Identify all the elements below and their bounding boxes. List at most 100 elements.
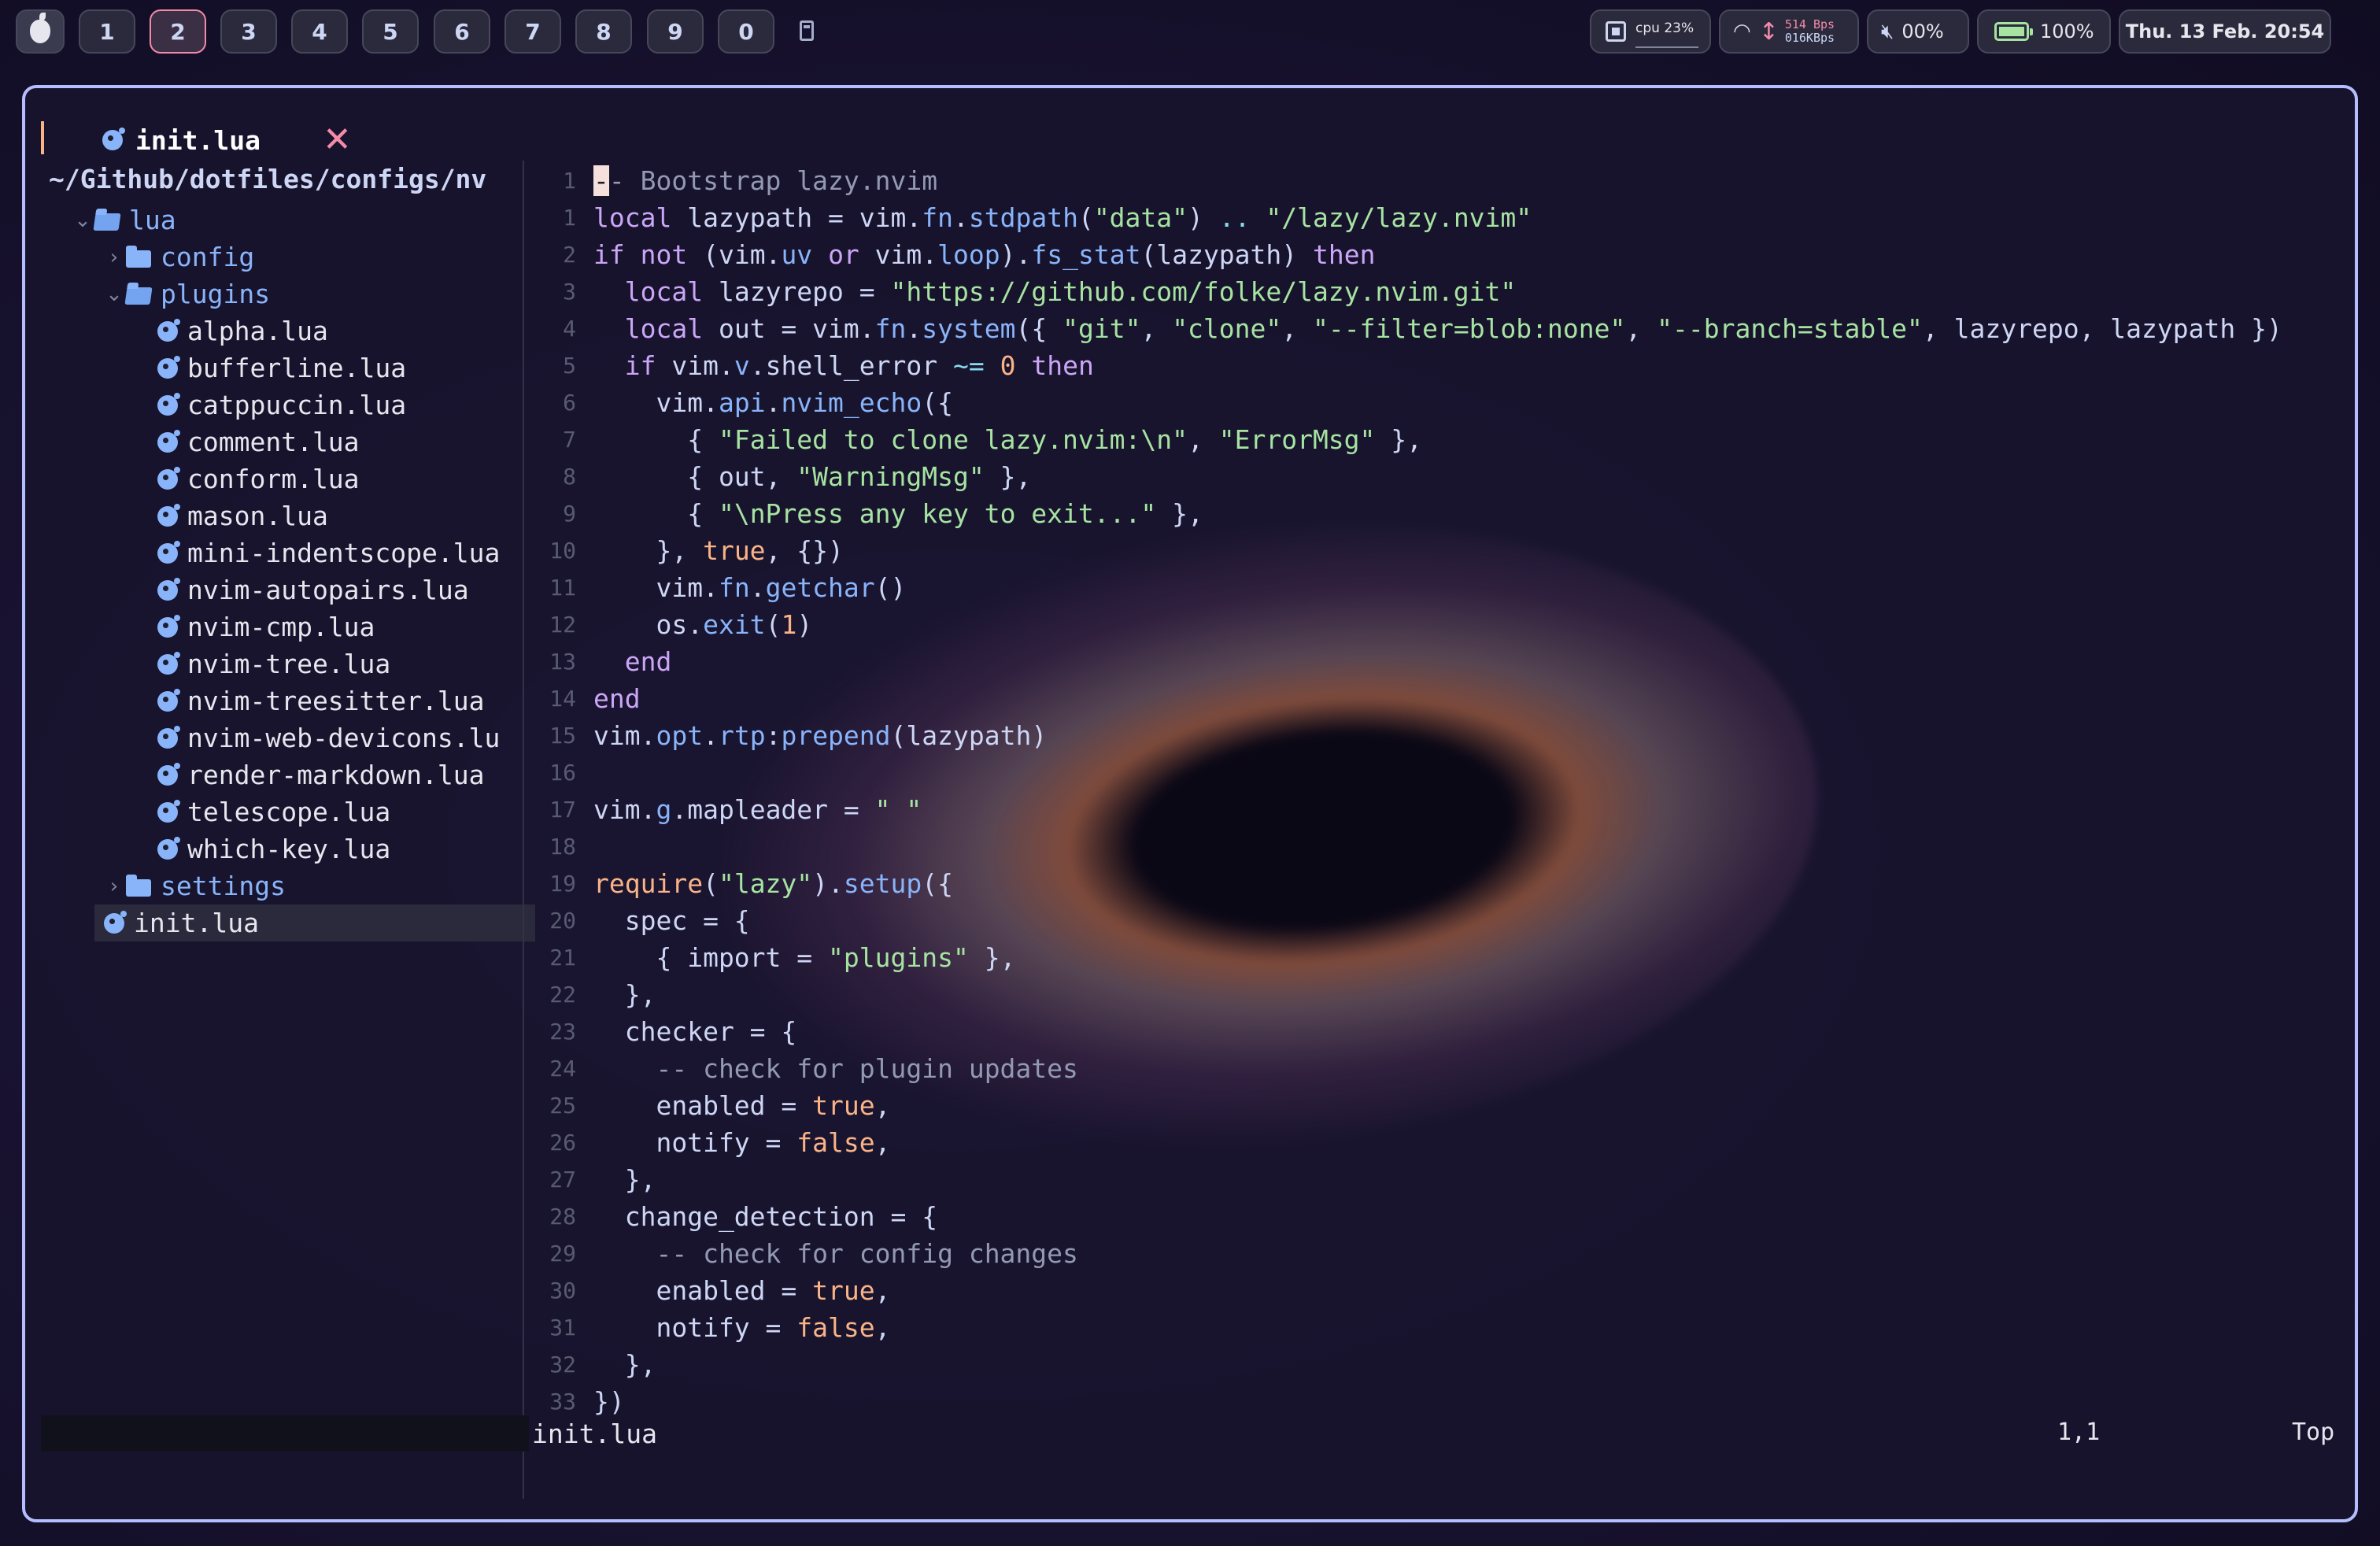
- code-line[interactable]: 1 local lazypath = vim.fn.stdpath("data")…: [529, 199, 1532, 236]
- code-token: system: [922, 313, 1016, 344]
- buffer-tab[interactable]: init.lua: [102, 124, 261, 156]
- code-line[interactable]: 29 -- check for config changes: [529, 1235, 1078, 1272]
- close-icon[interactable]: ✕: [323, 120, 352, 160]
- workspace-3-button[interactable]: 3: [220, 9, 277, 54]
- tree-file[interactable]: catppuccin.lua: [134, 386, 406, 423]
- code-line[interactable]: 15 vim.opt.rtp:prepend(lazypath): [529, 717, 1047, 754]
- tree-file[interactable]: bufferline.lua: [134, 350, 406, 386]
- tree-folder-label: plugins: [161, 279, 271, 309]
- code-line[interactable]: 10 }, true, {}): [529, 532, 844, 569]
- code-token: "plugins": [828, 942, 969, 973]
- tree-file[interactable]: alpha.lua: [134, 313, 328, 350]
- volume-widget[interactable]: 🔇︎ 00%: [1867, 9, 1969, 54]
- workspace-4-button[interactable]: 4: [291, 9, 348, 54]
- workspace-9-button[interactable]: 9: [647, 9, 704, 54]
- tree-file[interactable]: nvim-tree.lua: [134, 645, 390, 682]
- code-line[interactable]: 14 end: [529, 680, 640, 717]
- code-line[interactable]: 7 { "Failed to clone lazy.nvim:\n", "Err…: [529, 421, 1422, 458]
- tree-file[interactable]: comment.lua: [134, 423, 360, 460]
- code-token: true: [812, 1275, 875, 1306]
- tree-file[interactable]: nvim-cmp.lua: [134, 608, 375, 645]
- code-line[interactable]: 31 notify = false,: [529, 1309, 890, 1346]
- line-number: 13: [549, 649, 576, 675]
- code-token: fn: [874, 313, 907, 344]
- line-number: 9: [563, 501, 576, 527]
- code-token: "clone": [1172, 313, 1282, 344]
- window-icon[interactable]: [800, 20, 814, 41]
- workspace-8-button[interactable]: 8: [575, 9, 632, 54]
- cpu-widget[interactable]: cpu 23%: [1590, 9, 1711, 54]
- network-widget[interactable]: ◠ ↕ 514 Bps 016KBps: [1719, 9, 1859, 54]
- code-line[interactable]: 1 -- Bootstrap lazy.nvim: [529, 162, 937, 199]
- tree-folder[interactable]: ⌄ lua: [71, 202, 176, 239]
- code-text: -- Bootstrap lazy.nvim: [593, 165, 937, 196]
- code-line[interactable]: 24 -- check for plugin updates: [529, 1050, 1078, 1087]
- apple-menu-button[interactable]: [16, 9, 65, 54]
- code-line[interactable]: 8 { out, "WarningMsg" },: [529, 458, 1031, 495]
- code-line[interactable]: 16: [529, 754, 593, 791]
- code-line[interactable]: 4 local out = vim.fn.system({ "git", "cl…: [529, 310, 2282, 347]
- tree-file[interactable]: mason.lua: [134, 497, 328, 534]
- code-line[interactable]: 13 end: [529, 643, 671, 680]
- code-text: { import = "plugins" },: [593, 942, 1015, 973]
- tree-folder[interactable]: › settings: [102, 867, 286, 904]
- code-line[interactable]: 6 vim.api.nvim_echo({: [529, 384, 953, 421]
- chevron-right-icon[interactable]: ›: [102, 875, 126, 898]
- tree-file-label: nvim-cmp.lua: [187, 612, 375, 642]
- code-line[interactable]: 20 spec = {: [529, 902, 749, 939]
- battery-widget[interactable]: 100%: [1977, 9, 2111, 54]
- workspace-0-button[interactable]: 0: [718, 9, 774, 54]
- code-token: local: [593, 202, 672, 233]
- tree-file[interactable]: nvim-treesitter.lua: [134, 682, 485, 719]
- tree-file-label: nvim-tree.lua: [187, 649, 391, 679]
- workspace-6-button[interactable]: 6: [434, 9, 490, 54]
- code-line[interactable]: 12 os.exit(1): [529, 606, 812, 643]
- tree-folder[interactable]: › config: [102, 239, 254, 276]
- code-line[interactable]: 27 },: [529, 1161, 656, 1198]
- tree-file[interactable]: nvim-autopairs.lua: [134, 571, 469, 608]
- tree-folder[interactable]: ⌄ plugins: [102, 276, 270, 313]
- net-download: 016KBps: [1784, 31, 1835, 45]
- line-number: 11: [549, 575, 576, 601]
- tree-folder-label: config: [161, 242, 255, 272]
- volume-muted-icon: 🔇︎: [1881, 19, 1894, 43]
- tree-file[interactable]: render-markdown.lua: [134, 756, 485, 793]
- code-line[interactable]: 30 enabled = true,: [529, 1272, 890, 1309]
- cpu-label: cpu 23%: [1635, 20, 1694, 36]
- code-line[interactable]: 3 local lazyrepo = "https://github.com/f…: [529, 273, 1516, 310]
- code-token: vim.: [859, 239, 938, 270]
- code-line[interactable]: 11 vim.fn.getchar(): [529, 569, 906, 606]
- workspace-5-button[interactable]: 5: [362, 9, 419, 54]
- tree-file[interactable]: telescope.lua: [134, 793, 390, 830]
- workspace-1-button[interactable]: 1: [79, 9, 135, 54]
- tree-file[interactable]: nvim-web-devicons.lu: [134, 719, 500, 756]
- code-token: ,: [1625, 313, 1658, 344]
- tree-file[interactable]: mini-indentscope.lua: [134, 534, 500, 571]
- tree-file[interactable]: init.lua: [94, 904, 535, 941]
- chevron-down-icon[interactable]: ⌄: [102, 283, 126, 306]
- code-line[interactable]: 26 notify = false,: [529, 1124, 890, 1161]
- code-line[interactable]: 25 enabled = true,: [529, 1087, 890, 1124]
- chevron-right-icon[interactable]: ›: [102, 246, 126, 269]
- tree-file[interactable]: which-key.lua: [134, 830, 390, 867]
- terminal-window[interactable]: init.lua ✕ ~/Github/dotfiles/configs/nv …: [22, 85, 2358, 1522]
- code-line[interactable]: 19 require("lazy").setup({: [529, 865, 953, 902]
- code-line[interactable]: 32 },: [529, 1346, 656, 1383]
- code-line[interactable]: 17 vim.g.mapleader = " ": [529, 791, 922, 828]
- code-line[interactable]: 21 { import = "plugins" },: [529, 939, 1015, 976]
- code-line[interactable]: 28 change_detection = {: [529, 1198, 937, 1235]
- code-line[interactable]: 2 if not (vim.uv or vim.loop).fs_stat(laz…: [529, 236, 1375, 273]
- code-line[interactable]: 33}): [529, 1383, 624, 1420]
- workspace-7-button[interactable]: 7: [504, 9, 561, 54]
- datetime-widget[interactable]: Thu. 13 Feb. 20:54: [2119, 9, 2331, 54]
- code-line[interactable]: 9 { "\nPress any key to exit..." },: [529, 495, 1203, 532]
- chevron-down-icon[interactable]: ⌄: [71, 209, 94, 232]
- code-line[interactable]: 18: [529, 828, 593, 865]
- code-line[interactable]: 5 if vim.v.shell_error ~= 0 then: [529, 347, 1094, 384]
- workspace-2-button[interactable]: 2: [150, 9, 206, 54]
- code-line[interactable]: 23 checker = {: [529, 1013, 796, 1050]
- tree-file[interactable]: conform.lua: [134, 460, 360, 497]
- code-line[interactable]: 22 },: [529, 976, 656, 1013]
- code-token: ).: [812, 868, 844, 899]
- code-token: },: [984, 461, 1032, 492]
